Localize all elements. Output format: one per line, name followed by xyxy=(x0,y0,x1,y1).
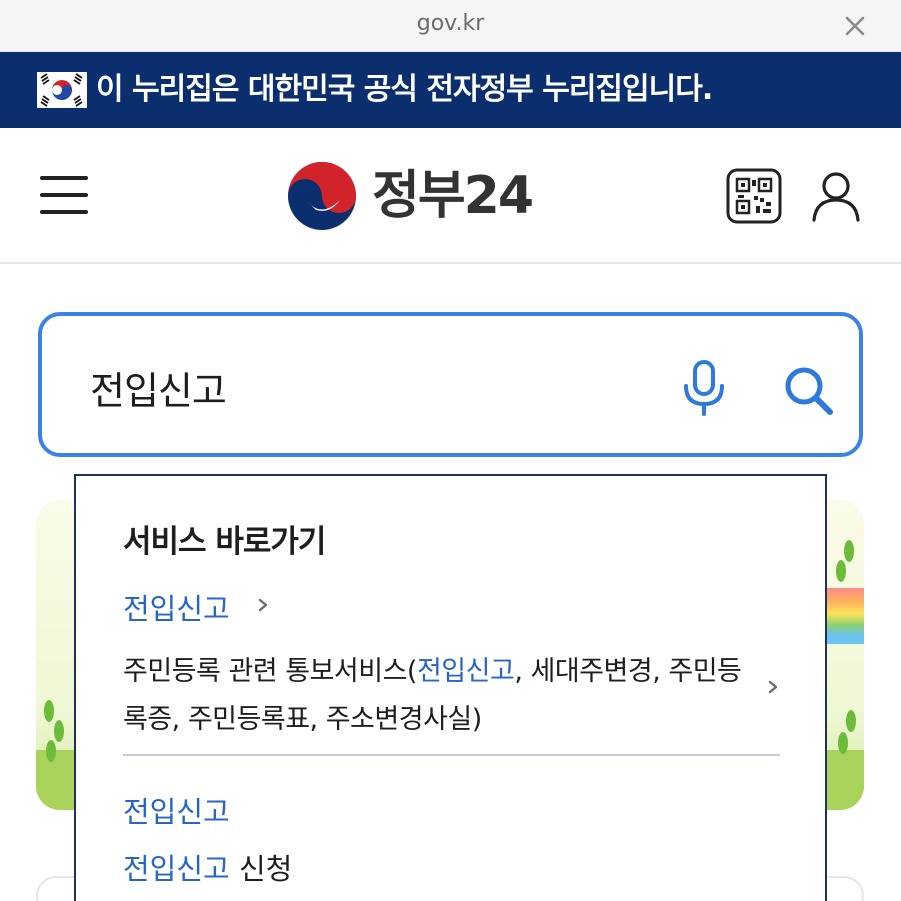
search-input[interactable]: 전입신고 xyxy=(38,312,863,457)
service-shortcut-title: 서비스 바로가기 xyxy=(123,524,326,560)
gov-official-banner: 이 누리집은 대한민국 공식 전자정부 누리집입니다. xyxy=(0,52,901,128)
leaf-decoration xyxy=(844,540,854,562)
leaf-decoration xyxy=(44,700,54,722)
dropdown-divider xyxy=(123,754,780,756)
browser-address-bar: gov.kr xyxy=(0,0,901,52)
korean-flag-icon xyxy=(37,72,87,108)
chevron-right-icon xyxy=(768,680,778,694)
search-input-value[interactable]: 전입신고 xyxy=(90,360,227,415)
service-desc-highlight: 전입신고 xyxy=(416,656,515,687)
leaf-decoration xyxy=(838,732,848,754)
leaf-decoration xyxy=(846,710,856,732)
close-icon[interactable] xyxy=(843,14,867,38)
qr-code-icon[interactable] xyxy=(726,168,782,224)
leaf-decoration xyxy=(46,740,56,762)
banner-text: 이 누리집은 대한민국 공식 전자정부 누리집입니다. xyxy=(96,72,713,107)
suggestion-item[interactable]: 전입신고 신청 xyxy=(123,846,292,888)
service-shortcut-link[interactable]: 전입신고 xyxy=(123,586,230,628)
suggestion-highlight: 전입신고 xyxy=(123,852,230,886)
microphone-icon[interactable] xyxy=(682,360,726,416)
site-header: 정부24 xyxy=(0,128,901,264)
chevron-right-icon xyxy=(258,598,268,612)
logo-text: 정부24 xyxy=(372,166,534,226)
suggestion-item[interactable]: 전입신고 xyxy=(123,789,230,831)
search-icon[interactable] xyxy=(782,364,836,418)
service-description-link[interactable]: 주민등록 관련 통보서비스(전입신고, 세대주변경, 주민등록증, 주민등록표,… xyxy=(123,648,743,744)
search-autocomplete-dropdown: 서비스 바로가기 전입신고 주민등록 관련 통보서비스(전입신고, 세대주변경,… xyxy=(74,474,827,901)
suggestion-highlight: 전입신고 xyxy=(123,795,230,829)
leaf-decoration xyxy=(836,560,846,582)
rainbow-decoration xyxy=(824,588,864,644)
suggestion-rest: 신청 xyxy=(229,852,293,886)
service-desc-prefix: 주민등록 관련 통보서비스( xyxy=(123,656,417,687)
site-logo[interactable]: 정부24 xyxy=(286,160,536,232)
taegeuk-logo-icon xyxy=(288,162,356,230)
url-text[interactable]: gov.kr xyxy=(0,11,901,36)
user-profile-icon[interactable] xyxy=(808,168,864,224)
hamburger-menu-icon[interactable] xyxy=(40,172,88,218)
leaf-decoration xyxy=(54,720,64,742)
